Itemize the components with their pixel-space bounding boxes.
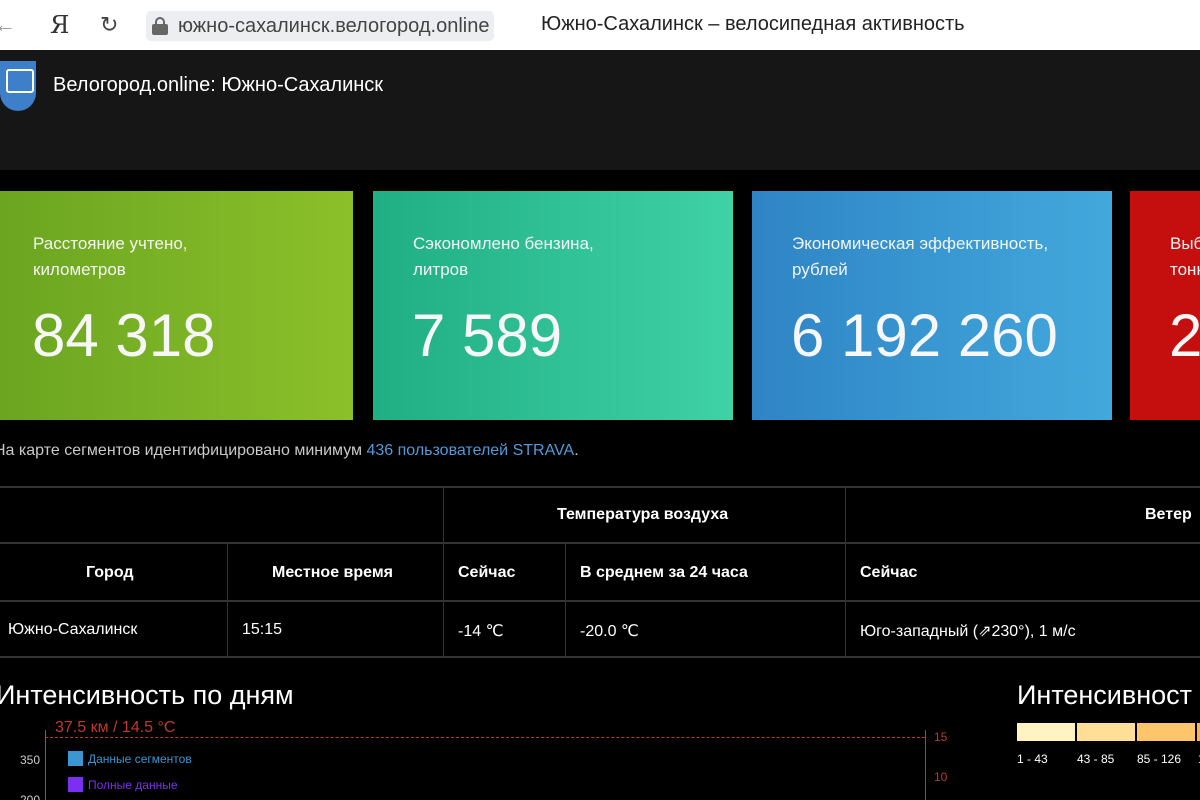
stat-card-distance: Расстояние учтено, километров 84 318 bbox=[0, 191, 353, 420]
card-value: 6 192 260 bbox=[791, 302, 1058, 369]
heat-scale-3 bbox=[1137, 723, 1195, 741]
y-tick: 200 bbox=[20, 793, 41, 800]
table-divider bbox=[0, 600, 1200, 602]
browser-toolbar: ← Я ↻ южно-сахалинск.велогород.online Юж… bbox=[0, 0, 1200, 50]
cell-city: Южно-Сахалинск bbox=[8, 621, 138, 638]
url-text[interactable]: южно-сахалинск.велогород.online bbox=[178, 15, 489, 38]
heat-scale-2 bbox=[1077, 723, 1135, 741]
header-wind-group: Ветер bbox=[1145, 506, 1192, 523]
header-local-time[interactable]: Местное время bbox=[272, 564, 393, 582]
card-value: 7 589 bbox=[412, 302, 563, 369]
header-temperature-group: Температура воздуха bbox=[557, 506, 729, 523]
heat-label-1: 1 - 43 bbox=[1017, 752, 1048, 766]
card-value: 84 318 bbox=[32, 302, 216, 369]
intensity-chart: 37.5 км / 14.5 °C 350 200 15 10 Данные с… bbox=[0, 719, 960, 800]
legend-segments[interactable]: Данные сегментов bbox=[88, 752, 192, 766]
table-divider bbox=[565, 542, 566, 658]
intensity-map-title: Интенсивност bbox=[1017, 680, 1193, 710]
stat-card-economy: Экономическая эффективность, рублей 6 192… bbox=[752, 191, 1112, 420]
reload-icon[interactable]: ↻ bbox=[100, 10, 118, 40]
cell-wind: Юго-западный (⇗230°), 1 м/с bbox=[860, 623, 1076, 640]
yandex-logo-icon[interactable]: Я bbox=[50, 10, 69, 40]
y-axis-left bbox=[45, 730, 46, 800]
y-tick: 350 bbox=[20, 753, 41, 767]
cell-time: 15:15 bbox=[242, 621, 283, 638]
back-arrow-icon[interactable]: ← bbox=[0, 10, 16, 40]
strava-info: На карте сегментов идентифицировано мини… bbox=[0, 442, 579, 459]
card-value: 2 bbox=[1169, 302, 1200, 369]
site-header bbox=[0, 50, 1200, 170]
card-label: Сэкономлено бензина, литров bbox=[413, 234, 594, 279]
table-divider bbox=[0, 486, 1200, 488]
chart-max-label: 37.5 км / 14.5 °C bbox=[55, 719, 176, 736]
strava-users-link[interactable]: 436 пользователей STRAVA bbox=[366, 442, 574, 459]
card-label: Выбтонн bbox=[1170, 234, 1200, 279]
table-divider bbox=[227, 542, 228, 658]
page-title: Южно-Сахалинск – велосипедная активность bbox=[541, 13, 965, 35]
table-divider bbox=[845, 486, 846, 658]
site-title[interactable]: Велогород.online: Южно-Сахалинск bbox=[53, 74, 383, 97]
max-line bbox=[45, 737, 925, 738]
legend-full[interactable]: Полные данные bbox=[88, 778, 178, 792]
y-axis-right bbox=[925, 730, 926, 800]
y-tick: 15 bbox=[934, 730, 948, 744]
cell-temp-avg: -20.0 ℃ bbox=[580, 623, 639, 640]
heat-scale-1 bbox=[1017, 723, 1075, 741]
table-divider bbox=[0, 542, 1200, 544]
weather-table: Температура воздуха Ветер Город Местное … bbox=[0, 486, 1200, 658]
stat-card-fuel: Сэкономлено бензина, литров 7 589 bbox=[373, 191, 733, 420]
header-temp-now[interactable]: Сейчас bbox=[458, 564, 515, 582]
header-city[interactable]: Город bbox=[86, 564, 134, 582]
legend-swatch-full[interactable] bbox=[68, 777, 83, 792]
card-label: Расстояние учтено, километров bbox=[33, 234, 188, 279]
stat-card-emission: Выбтонн 2 bbox=[1130, 191, 1200, 420]
header-temp-avg[interactable]: В среднем за 24 часа bbox=[580, 564, 748, 582]
address-bar[interactable]: южно-сахалинск.велогород.online bbox=[146, 11, 494, 41]
cell-temp-now: -14 ℃ bbox=[458, 623, 504, 640]
table-divider bbox=[443, 486, 444, 658]
days-intensity-title: Интенсивность по дням bbox=[0, 680, 294, 710]
heat-label-2: 43 - 85 bbox=[1077, 752, 1115, 766]
y-tick: 10 bbox=[934, 770, 948, 784]
legend-swatch-segments[interactable] bbox=[68, 751, 83, 766]
header-wind-now[interactable]: Сейчас bbox=[860, 564, 917, 582]
wind-direction-icon: ⇗ bbox=[978, 623, 992, 640]
heat-label-3: 85 - 126 bbox=[1137, 752, 1182, 766]
lock-icon bbox=[152, 17, 168, 35]
table-divider bbox=[0, 656, 1200, 658]
city-crest-icon[interactable] bbox=[0, 61, 36, 111]
card-label: Экономическая эффективность, рублей bbox=[792, 234, 1049, 279]
